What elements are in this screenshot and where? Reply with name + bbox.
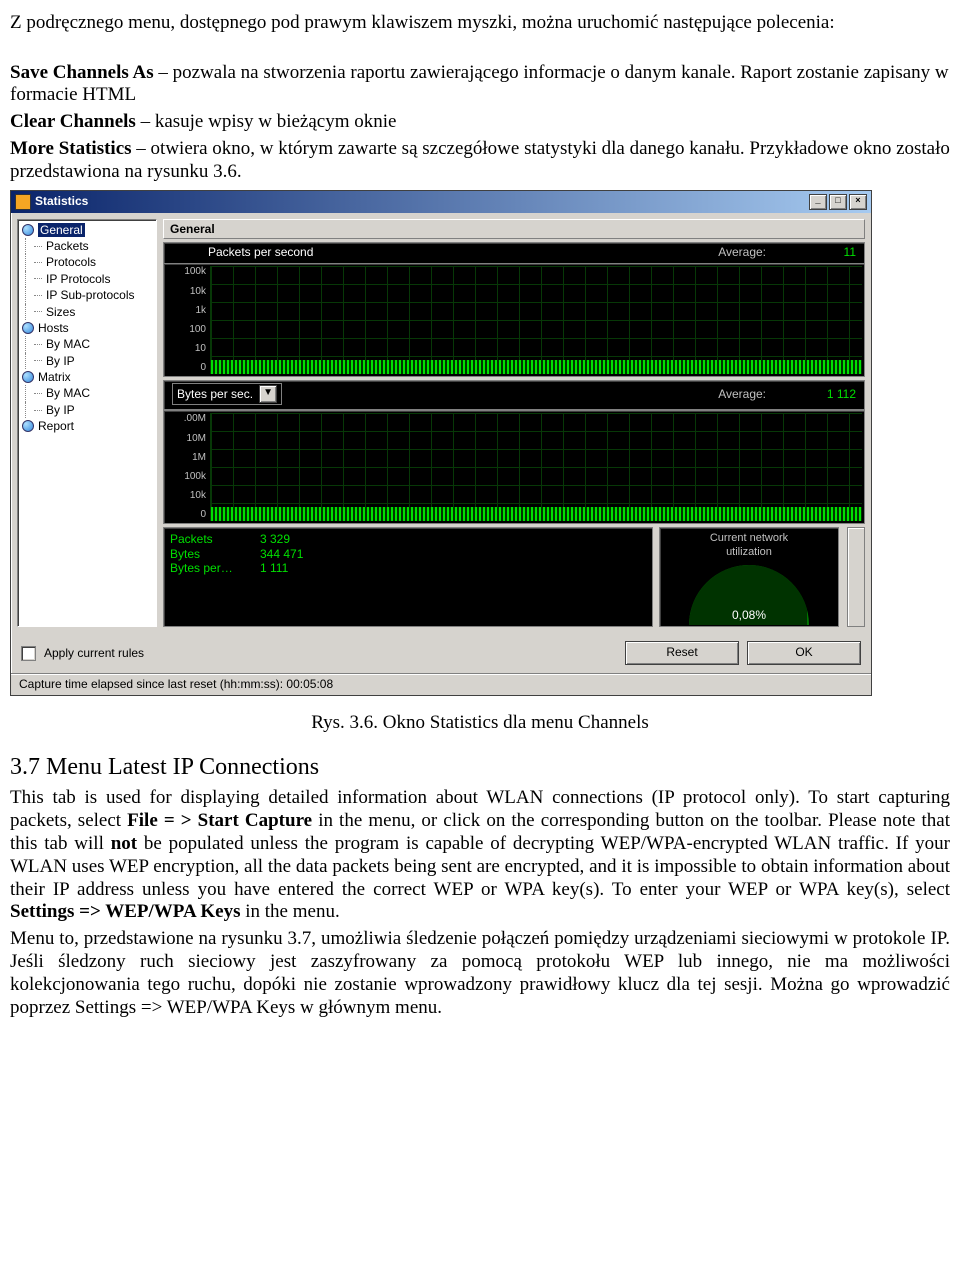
intro-p4: More Statistics – otwiera okno, w którym…	[10, 138, 950, 184]
graph2-header: Bytes per sec. ▼ Average: 1 112	[163, 380, 865, 410]
vertical-scrollbar[interactable]	[847, 527, 865, 627]
tree-item-matrix-mac[interactable]: By MAC	[20, 385, 154, 401]
graph1-plot	[210, 266, 862, 374]
tree-item-matrix-ip[interactable]: By IP	[20, 402, 154, 418]
graph2-avg-label: Average:	[718, 387, 766, 401]
panel-title: General	[163, 219, 865, 239]
apply-rules-checkbox[interactable]	[21, 646, 36, 661]
sphere-icon	[22, 371, 34, 383]
intro-p2: Save Channels As – pozwala na stworzenia…	[10, 62, 950, 108]
tree-item-protocols[interactable]: Protocols	[20, 254, 154, 270]
section-heading: 3.7 Menu Latest IP Connections	[10, 753, 950, 782]
graph1-avg-label: Average:	[718, 245, 766, 259]
gauge-title1: Current network	[664, 532, 834, 545]
tree-item-hosts-ip[interactable]: By IP	[20, 353, 154, 369]
sphere-icon	[22, 420, 34, 432]
stat-row: Bytes per…1 111	[170, 561, 646, 575]
tree-item-general[interactable]: General	[20, 222, 154, 238]
graph1-yaxis: 100k 10k 1k 100 10 0	[164, 264, 210, 376]
tree-item-matrix[interactable]: Matrix	[20, 369, 154, 385]
sphere-icon	[22, 224, 34, 236]
stats-box: Packets3 329 Bytes344 471 Bytes per…1 11…	[163, 527, 653, 627]
maximize-button[interactable]: □	[829, 194, 847, 210]
tree-item-ip-protocols[interactable]: IP Protocols	[20, 271, 154, 287]
stat-row: Bytes344 471	[170, 547, 646, 561]
tree-item-sizes[interactable]: Sizes	[20, 304, 154, 320]
graph2-plot	[210, 413, 862, 521]
gauge-value: 0,08%	[660, 608, 838, 622]
tree-item-hosts[interactable]: Hosts	[20, 320, 154, 336]
reset-button[interactable]: Reset	[625, 641, 739, 665]
tree-item-hosts-mac[interactable]: By MAC	[20, 336, 154, 352]
tree-item-report[interactable]: Report	[20, 418, 154, 434]
app-icon	[15, 194, 31, 210]
section-body2: Menu to, przedstawione na rysunku 3.7, u…	[10, 928, 950, 1019]
graph2: .00M 10M 1M 100k 10k 0	[163, 410, 865, 524]
intro-p3: Clear Channels – kasuje wpisy w bieżącym…	[10, 111, 950, 134]
intro-p1: Z podręcznego menu, dostępnego pod prawy…	[10, 12, 950, 35]
statistics-window: Statistics _ □ × General Packets Protoco…	[10, 190, 872, 696]
tree-item-packets[interactable]: Packets	[20, 238, 154, 254]
gauge-box: Current network utilization 0,08%	[659, 527, 839, 627]
apply-rules-label: Apply current rules	[44, 646, 144, 660]
ok-button[interactable]: OK	[747, 641, 861, 665]
graph2-yaxis: .00M 10M 1M 100k 10k 0	[164, 411, 210, 523]
gauge-title2: utilization	[664, 546, 834, 559]
main-panel: General Packets per second Average: 11 1…	[163, 219, 865, 628]
figure-caption: Rys. 3.6. Okno Statistics dla menu Chann…	[10, 712, 950, 735]
section-body1: This tab is used for displaying detailed…	[10, 787, 950, 924]
graph1-header: Packets per second Average: 11	[163, 242, 865, 263]
graph2-avg-value: 1 112	[806, 387, 856, 401]
nav-tree[interactable]: General Packets Protocols IP Protocols I…	[17, 219, 157, 628]
minimize-button[interactable]: _	[809, 194, 827, 210]
sphere-icon	[22, 322, 34, 334]
graph1-label: Packets per second	[208, 245, 718, 259]
stat-row: Packets3 329	[170, 532, 646, 546]
graph1: 100k 10k 1k 100 10 0	[163, 263, 865, 377]
graph2-metric-dropdown[interactable]: Bytes per sec. ▼	[172, 383, 282, 405]
tree-item-ip-subprotocols[interactable]: IP Sub-protocols	[20, 287, 154, 303]
chevron-down-icon: ▼	[259, 385, 277, 403]
statusbar: Capture time elapsed since last reset (h…	[11, 673, 871, 694]
window-title: Statistics	[35, 194, 809, 208]
graph1-avg-value: 11	[806, 245, 856, 259]
dialog-footer: Apply current rules Reset OK	[11, 633, 871, 673]
close-button[interactable]: ×	[849, 194, 867, 210]
titlebar[interactable]: Statistics _ □ ×	[11, 191, 871, 213]
